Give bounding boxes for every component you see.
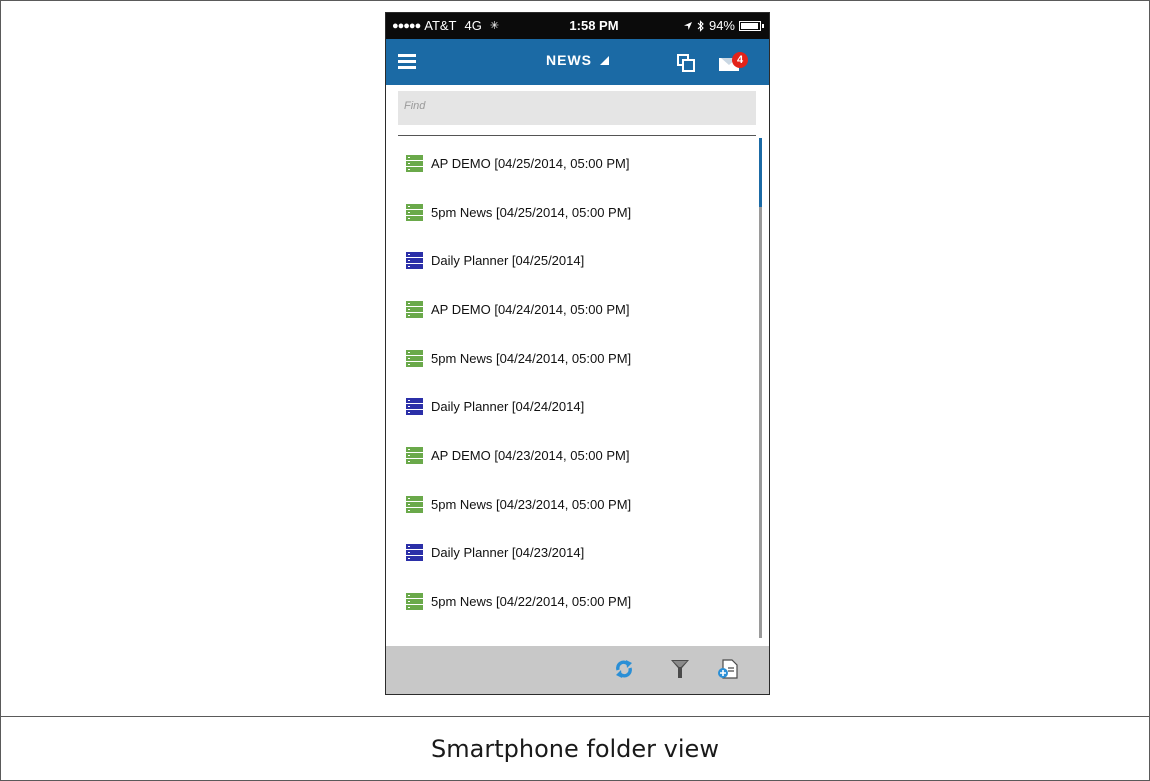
list-item-label: AP DEMO [04/24/2014, 05:00 PM] xyxy=(431,301,630,317)
list-item-label: 5pm News [04/25/2014, 05:00 PM] xyxy=(431,204,632,220)
list-item-label: Daily Planner [04/23/2014] xyxy=(431,545,585,561)
scrollbar-track[interactable] xyxy=(759,138,762,638)
page-title: NEWS xyxy=(546,52,592,68)
green-rundown-icon xyxy=(406,300,423,318)
carrier-label: AT&T xyxy=(424,18,457,33)
green-rundown-icon xyxy=(406,349,423,367)
list-item[interactable]: Daily Planner [04/25/2014] xyxy=(386,236,758,285)
list-item-label: AP DEMO [04/25/2014, 05:00 PM] xyxy=(431,155,630,171)
search-input[interactable]: Find xyxy=(398,91,756,125)
list-item[interactable]: 5pm News [04/25/2014, 05:00 PM] xyxy=(386,188,758,237)
story-list: AP DEMO [04/25/2014, 05:00 PM] 5pm News [… xyxy=(386,139,758,626)
new-story-icon[interactable] xyxy=(717,658,739,680)
signal-strength-icon: ●●●●● xyxy=(392,19,421,32)
list-item[interactable]: Daily Planner [04/23/2014] xyxy=(386,529,758,578)
refresh-icon[interactable] xyxy=(613,658,635,680)
blue-planner-icon xyxy=(406,252,423,270)
filter-icon[interactable] xyxy=(669,658,691,680)
messages-button[interactable]: 4 xyxy=(719,52,753,74)
location-icon xyxy=(683,21,692,30)
list-item[interactable]: AP DEMO [04/25/2014, 05:00 PM] xyxy=(386,139,758,188)
phone-screen: ●●●●● AT&T 4G ✳ 1:58 PM 94% NEWS 4 Find xyxy=(385,12,770,695)
folder-title-dropdown[interactable]: NEWS xyxy=(506,52,649,68)
list-item[interactable]: AP DEMO [04/23/2014, 05:00 PM] xyxy=(386,431,758,480)
list-item[interactable]: 5pm News [04/23/2014, 05:00 PM] xyxy=(386,480,758,529)
navigation-bar: NEWS 4 xyxy=(386,39,769,85)
battery-icon xyxy=(739,20,764,31)
green-rundown-icon xyxy=(406,154,423,172)
list-item-label: 5pm News [04/23/2014, 05:00 PM] xyxy=(431,496,632,512)
green-rundown-icon xyxy=(406,446,423,464)
list-item-label: Daily Planner [04/24/2014] xyxy=(431,399,585,415)
status-time: 1:58 PM xyxy=(569,18,619,33)
copy-icon[interactable] xyxy=(677,54,695,72)
list-item[interactable]: AP DEMO [04/24/2014, 05:00 PM] xyxy=(386,285,758,334)
list-item[interactable]: 5pm News [04/24/2014, 05:00 PM] xyxy=(386,334,758,383)
blue-planner-icon xyxy=(406,544,423,562)
network-label: 4G xyxy=(464,18,482,33)
list-item-label: Daily Planner [04/25/2014] xyxy=(431,253,585,269)
status-bar: ●●●●● AT&T 4G ✳ 1:58 PM 94% xyxy=(386,13,769,39)
bluetooth-icon xyxy=(697,19,704,32)
bottom-toolbar xyxy=(386,646,769,694)
green-rundown-icon xyxy=(406,203,423,221)
list-item[interactable]: 5pm News [04/22/2014, 05:00 PM] xyxy=(386,577,758,626)
menu-icon[interactable] xyxy=(398,54,416,70)
figure-caption: Smartphone folder view xyxy=(431,735,719,763)
battery-percent: 94% xyxy=(708,18,735,33)
mail-count-badge: 4 xyxy=(732,52,748,68)
list-item-label: 5pm News [04/22/2014, 05:00 PM] xyxy=(431,594,632,610)
search-divider xyxy=(398,135,756,136)
list-item[interactable]: Daily Planner [04/24/2014] xyxy=(386,382,758,431)
list-item-label: 5pm News [04/24/2014, 05:00 PM] xyxy=(431,350,632,366)
dropdown-triangle-icon xyxy=(600,56,609,65)
activity-spinner-icon: ✳ xyxy=(489,20,500,32)
green-rundown-icon xyxy=(406,593,423,611)
green-rundown-icon xyxy=(406,495,423,513)
list-item-label: AP DEMO [04/23/2014, 05:00 PM] xyxy=(431,447,630,463)
scrollbar-thumb[interactable] xyxy=(759,138,762,207)
blue-planner-icon xyxy=(406,398,423,416)
